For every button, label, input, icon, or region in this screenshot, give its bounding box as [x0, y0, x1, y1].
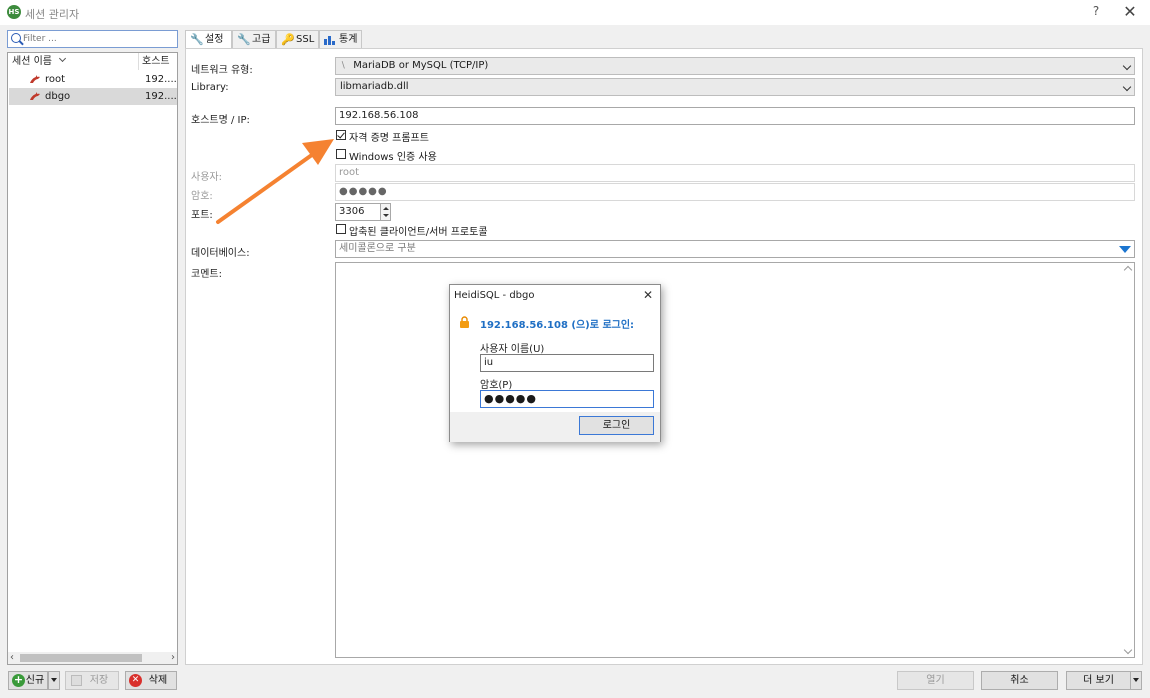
- chevron-down-icon: [1122, 82, 1132, 92]
- title-bar: HS 세션 관리자 ? ✕: [0, 0, 1150, 25]
- checkbox-box[interactable]: [336, 130, 346, 140]
- close-button[interactable]: ✕: [1122, 2, 1138, 21]
- tab-label: 통계: [339, 34, 358, 45]
- session-tree[interactable]: 세션 이름 호스트 root 192.... dbgo 192....: [7, 52, 178, 665]
- cancel-button[interactable]: 취소: [981, 671, 1058, 690]
- database-select[interactable]: 세미콜론으로 구분: [335, 240, 1135, 258]
- lock-icon: [460, 316, 469, 328]
- tab-label: 고급: [252, 34, 271, 45]
- tab-label: 설정: [205, 34, 224, 45]
- dropdown-arrow-icon: [1133, 678, 1139, 682]
- user-label: 사용자:: [191, 172, 222, 183]
- scrollbar-thumb[interactable]: [20, 654, 142, 662]
- more-button[interactable]: 더 보기: [1066, 671, 1131, 690]
- dolphin-icon: [30, 75, 40, 83]
- dolphin-icon: ∖: [340, 61, 346, 71]
- checkbox-label: 압축된 클라이언트/서버 프로토콜: [349, 227, 488, 238]
- library-value: libmariadb.dll: [340, 81, 409, 92]
- open-button[interactable]: 열기: [897, 671, 974, 690]
- window-title: 세션 관리자: [25, 8, 80, 21]
- bar-chart-icon: [324, 35, 335, 48]
- plus-icon: +: [12, 673, 25, 687]
- port-label: 포트:: [191, 210, 213, 221]
- new-session-button[interactable]: + 신규: [8, 671, 48, 690]
- session-name: root: [45, 74, 66, 85]
- session-item-root[interactable]: root 192....: [9, 71, 177, 88]
- dropdown-triangle-icon[interactable]: [1119, 246, 1131, 253]
- chevron-down-icon: [59, 54, 67, 63]
- checkbox-label: 자격 증명 프롬프트: [349, 133, 429, 144]
- help-button[interactable]: ?: [1088, 4, 1104, 18]
- delete-button[interactable]: ✕ 삭제: [125, 671, 177, 690]
- tab-statistics[interactable]: 통계: [319, 30, 362, 49]
- save-button[interactable]: 저장: [65, 671, 119, 690]
- dialog-close-button[interactable]: ✕: [643, 288, 653, 302]
- dropdown-arrow-icon: [51, 678, 57, 682]
- tab-label: SSL: [296, 34, 315, 45]
- network-type-select[interactable]: ∖ MariaDB or MySQL (TCP/IP): [335, 57, 1135, 75]
- filter-box[interactable]: [7, 30, 178, 48]
- scroll-left-icon[interactable]: ‹: [10, 652, 14, 663]
- button-label: 삭제: [148, 675, 168, 686]
- login-dialog: HeidiSQL - dbgo ✕ 192.168.56.108 (으)로 로그…: [449, 284, 661, 442]
- database-placeholder: 세미콜론으로 구분: [339, 243, 416, 254]
- tab-advanced[interactable]: 🔧 고급: [232, 30, 276, 49]
- login-button[interactable]: 로그인: [579, 416, 654, 435]
- button-label: 신규: [25, 675, 45, 686]
- host-input[interactable]: 192.168.56.108: [335, 107, 1135, 125]
- username-input[interactable]: iu: [480, 354, 654, 372]
- filter-input[interactable]: [23, 32, 173, 46]
- column-header-label: 세션 이름: [12, 56, 52, 67]
- dialog-title: HeidiSQL - dbgo: [454, 290, 535, 301]
- scroll-down-icon[interactable]: [1123, 645, 1133, 655]
- more-dropdown[interactable]: [1130, 671, 1142, 690]
- user-input: root: [335, 164, 1135, 182]
- search-icon: [11, 33, 21, 43]
- checkbox-box[interactable]: [336, 149, 346, 159]
- network-type-label: 네트워크 유형:: [191, 65, 253, 76]
- database-label: 데이터베이스:: [191, 248, 250, 259]
- floppy-icon: [71, 675, 82, 686]
- spin-down-icon[interactable]: [383, 214, 389, 217]
- tree-horizontal-scrollbar[interactable]: ‹ ›: [8, 652, 177, 664]
- dolphin-icon: [30, 92, 40, 100]
- key-icon: 🔑: [281, 33, 295, 46]
- checkbox-label: Windows 인증 사용: [349, 152, 437, 163]
- scroll-right-icon[interactable]: ›: [171, 652, 175, 663]
- chevron-down-icon: [1122, 61, 1132, 71]
- scroll-up-icon[interactable]: [1123, 265, 1133, 275]
- button-label: 저장: [89, 675, 109, 686]
- app-icon: HS: [7, 5, 21, 19]
- password-label: 암호(P): [480, 380, 513, 391]
- password-label: 암호:: [191, 191, 213, 202]
- wrench-icon: 🔧: [190, 33, 204, 46]
- comment-label: 코멘트:: [191, 269, 222, 280]
- login-heading: 192.168.56.108 (으)로 로그인:: [480, 320, 635, 331]
- port-spinner[interactable]: [380, 203, 391, 221]
- tab-settings[interactable]: 🔧 설정: [185, 30, 232, 50]
- library-label: Library:: [191, 82, 229, 93]
- password-input[interactable]: ●●●●●: [480, 390, 654, 408]
- column-header-host[interactable]: 호스트: [139, 53, 177, 70]
- delete-icon: ✕: [129, 674, 142, 687]
- wrench-icon: 🔧: [237, 33, 251, 46]
- new-session-dropdown[interactable]: [48, 671, 60, 690]
- password-input: ●●●●●: [335, 183, 1135, 201]
- session-name: dbgo: [45, 91, 71, 102]
- username-label: 사용자 이름(U): [480, 344, 545, 355]
- comment-vertical-scrollbar[interactable]: [1123, 263, 1134, 657]
- column-header-session-name[interactable]: 세션 이름: [12, 53, 139, 70]
- session-host: 192....: [145, 91, 177, 102]
- checkbox-box[interactable]: [336, 224, 346, 234]
- tab-ssl[interactable]: 🔑 SSL: [276, 30, 319, 49]
- spin-up-icon[interactable]: [383, 207, 389, 210]
- session-item-dbgo[interactable]: dbgo 192....: [9, 88, 177, 105]
- host-label: 호스트명 / IP:: [191, 115, 250, 126]
- network-type-value: MariaDB or MySQL (TCP/IP): [353, 60, 489, 71]
- session-host: 192....: [145, 74, 177, 85]
- port-input[interactable]: 3306: [335, 203, 381, 221]
- library-select[interactable]: libmariadb.dll: [335, 78, 1135, 96]
